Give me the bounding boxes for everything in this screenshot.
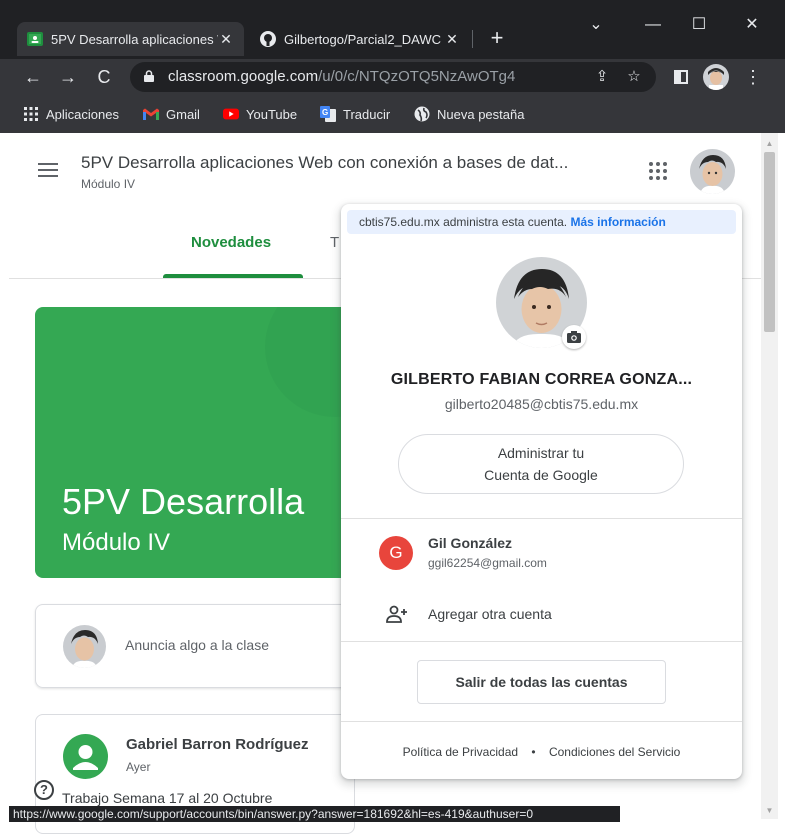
share-icon[interactable]: ⇪ (592, 67, 612, 87)
bookmark-label: YouTube (246, 106, 298, 122)
tab-stream[interactable]: Novedades (191, 234, 271, 251)
post-body: Trabajo Semana 17 al 20 Octubre (62, 790, 273, 806)
account-popup: cbtis75.edu.mx administra esta cuenta. M… (341, 204, 742, 779)
footer-separator: • (531, 745, 536, 759)
status-bar-url: https://www.google.com/support/accounts/… (9, 806, 620, 822)
tab-classroom[interactable]: 5PV Desarrolla aplicaciones Web con cone… (17, 22, 244, 56)
account-avatar-button[interactable] (690, 149, 735, 194)
profile-avatar[interactable] (703, 64, 729, 90)
chrome-menu-kebab-icon[interactable]: ⋮ (740, 64, 766, 90)
close-window-icon[interactable]: ✕ (729, 10, 775, 40)
banner-title: 5PV Desarrolla (62, 481, 305, 522)
youtube-icon (223, 106, 239, 122)
close-tab-icon[interactable]: ✕ (218, 31, 234, 48)
sign-out-all-button[interactable]: Salir de todas las cuentas (417, 660, 666, 704)
bookmark-youtube[interactable]: YouTube (223, 104, 297, 124)
bookmark-label: Nueva pestaña (437, 106, 525, 122)
address-bar[interactable]: classroom.google.com/u/0/c/NTQzOTQ5NzAwO… (130, 62, 656, 92)
bookmark-gmail[interactable]: Gmail (143, 104, 200, 124)
bookmark-apps[interactable]: Aplicaciones (23, 104, 119, 124)
add-account-link[interactable]: Agregar otra cuenta (428, 606, 552, 622)
manage-account-line2: Cuenta de Google (484, 467, 598, 483)
privacy-policy-link[interactable]: Política de Privacidad (403, 745, 518, 759)
tab-title: 5PV Desarrolla aplicaciones Web con cone… (51, 31, 218, 47)
tab-github[interactable]: Gilbertogo/Parcial2_DAWC ✕ (250, 22, 470, 56)
change-photo-camera-icon[interactable] (562, 325, 586, 349)
admin-text: administra esta cuenta. (443, 215, 568, 229)
banner-subtitle: Módulo IV (62, 529, 171, 556)
tab-title: Gilbertogo/Parcial2_DAWC (284, 31, 442, 47)
main-menu-hamburger-icon[interactable] (38, 163, 58, 177)
other-account-email[interactable]: ggil62254@gmail.com (428, 556, 547, 570)
admin-notice: cbtis75.edu.mx administra esta cuenta. M… (347, 210, 736, 234)
tab-separator (472, 30, 473, 48)
maximize-icon[interactable]: ☐ (676, 10, 722, 40)
manage-account-line1: Administrar tu (497, 445, 585, 461)
more-info-link[interactable]: Más información (570, 215, 665, 229)
bookmark-star-icon[interactable]: ☆ (624, 67, 644, 87)
account-name: GILBERTO FABIAN CORREA GONZA... (390, 371, 693, 388)
globe-icon (414, 106, 430, 122)
popup-divider (341, 721, 742, 722)
post-date: Ayer (126, 760, 151, 774)
user-avatar (63, 625, 106, 668)
classroom-favicon-icon (27, 31, 43, 47)
tab-classwork[interactable]: T (330, 234, 339, 251)
lock-icon (144, 70, 154, 82)
google-apps-icon[interactable] (648, 161, 668, 181)
bookmark-new-tab[interactable]: Nueva pestaña (414, 104, 524, 124)
other-account-name[interactable]: Gil González (428, 535, 512, 551)
add-person-icon (386, 605, 407, 623)
popup-divider (341, 518, 742, 519)
google-translate-icon: G (320, 106, 336, 122)
bookmark-label: Aplicaciones (46, 106, 119, 122)
apps-grid-icon (23, 106, 39, 122)
tab-search-chevron-icon[interactable]: ⌄ (573, 10, 619, 40)
manage-account-button[interactable]: Administrar tu Cuenta de Google (398, 434, 684, 494)
course-module: Módulo IV (81, 177, 136, 191)
bookmark-label: Traducir (343, 106, 391, 122)
announce-placeholder: Anuncia algo a la clase (125, 637, 269, 653)
url-path: /u/0/c/NTQzOTQ5NzAwOTg4 (318, 68, 516, 85)
bookmark-label: Gmail (166, 106, 200, 122)
forward-arrow-icon[interactable]: → (55, 64, 81, 90)
post-author-avatar-icon (63, 734, 108, 779)
back-arrow-icon[interactable]: ← (20, 64, 46, 90)
other-account-avatar[interactable]: G (379, 536, 413, 570)
admin-domain: cbtis75.edu.mx (359, 215, 440, 229)
reload-icon[interactable]: C (91, 64, 117, 90)
scroll-up-arrow-icon[interactable]: ▲ (761, 136, 778, 152)
terms-of-service-link[interactable]: Condiciones del Servicio (549, 745, 680, 759)
github-favicon-icon (260, 31, 276, 47)
popup-footer: Política de Privacidad • Condiciones del… (341, 745, 742, 759)
course-title[interactable]: 5PV Desarrolla aplicaciones Web con cone… (81, 153, 568, 173)
popup-divider (341, 641, 742, 642)
url-text: classroom.google.com/u/0/c/NTQzOTQ5NzAwO… (168, 68, 515, 85)
scrollbar-thumb[interactable] (764, 152, 775, 332)
help-question-icon[interactable]: ? (34, 780, 54, 800)
account-email: gilberto20485@cbtis75.edu.mx (444, 396, 639, 412)
scroll-down-arrow-icon[interactable]: ▼ (761, 803, 778, 819)
minimize-icon[interactable]: — (630, 10, 676, 40)
url-host: classroom.google.com (168, 68, 319, 85)
svg-text:G: G (322, 108, 328, 117)
post-author: Gabriel Barron Rodríguez (126, 736, 309, 753)
new-tab-plus-icon[interactable]: + (483, 24, 511, 52)
side-panel-icon[interactable] (668, 64, 694, 90)
close-tab-icon[interactable]: ✕ (444, 31, 460, 48)
gmail-icon (143, 106, 159, 122)
bookmark-translate[interactable]: G Traducir (320, 104, 390, 124)
